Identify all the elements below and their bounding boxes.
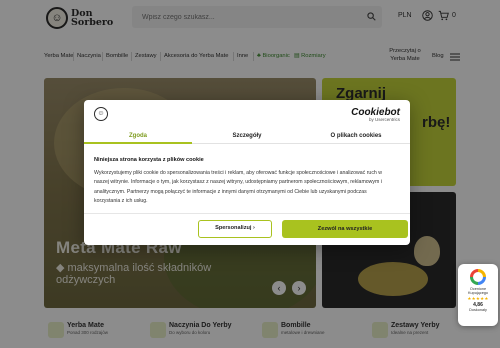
trust-badge-icon (470, 269, 486, 285)
rating-verdict: Doskonały (469, 307, 487, 312)
trusted-rating-widget[interactable]: Ocenione Kupującego ★★★★★ 4,86 Doskonały (458, 264, 498, 326)
allow-all-button[interactable]: Zezwól na wszystkie (282, 220, 408, 238)
tab-szczegoly[interactable]: Szczegóły (193, 133, 301, 139)
cookie-tabs: Zgoda Szczegóły O plikach cookies (84, 130, 410, 144)
dialog-divider (84, 213, 410, 214)
active-tab-indicator (84, 142, 192, 144)
tab-o-plikach-cookies[interactable]: O plikach cookies (302, 133, 410, 139)
cookiebot-logo[interactable]: Cookiebot by Usercentrics (351, 107, 400, 122)
cookie-body-text: Wykorzystujemy pliki cookie do spersonal… (94, 170, 382, 204)
cookie-heading: Niniejsza strona korzysta z plików cooki… (94, 157, 204, 163)
cookie-consent-dialog: ☺ Cookiebot by Usercentrics Zgoda Szczeg… (84, 100, 410, 245)
customize-button[interactable]: Spersonalizuj › (198, 220, 272, 238)
site-logo-icon: ☺ (94, 107, 108, 121)
tab-zgoda[interactable]: Zgoda (84, 133, 192, 139)
